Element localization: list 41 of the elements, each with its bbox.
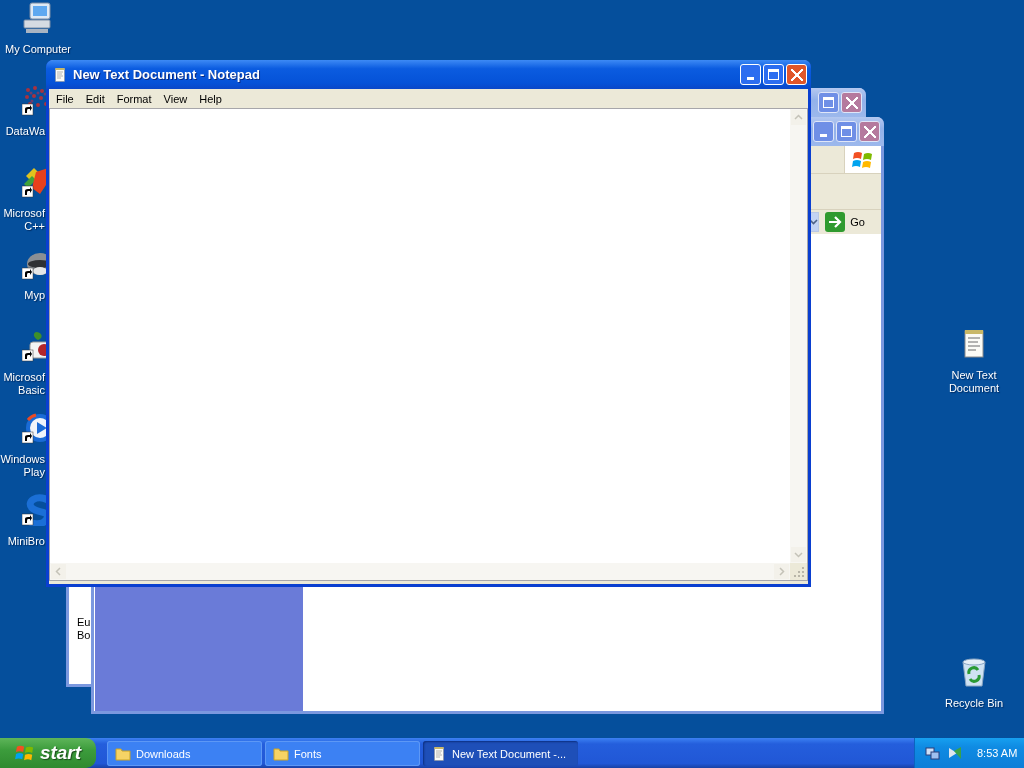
window-title: New Text Document - Notepad xyxy=(73,67,260,82)
windows-logo-icon xyxy=(14,744,35,762)
computer-icon[interactable] xyxy=(22,2,54,34)
icon-label[interactable]: Microsof C++ xyxy=(3,207,46,233)
start-button[interactable]: start xyxy=(0,738,96,768)
icon-label[interactable]: Recycle Bin xyxy=(944,697,1004,710)
clock: 8:53 AM xyxy=(977,747,1018,759)
folder-icon xyxy=(273,746,289,761)
menu-item[interactable]: View xyxy=(157,92,194,105)
icon-label[interactable]: Windows Play xyxy=(0,453,46,479)
icon-label[interactable]: New Text Document xyxy=(948,369,1000,395)
icon-label[interactable]: Microsof Basic xyxy=(3,371,46,397)
windows-logo-icon xyxy=(852,149,874,170)
notepad-icon xyxy=(431,745,447,762)
taskbar-button[interactable]: Fonts xyxy=(265,741,420,766)
icon-label[interactable]: Myp xyxy=(24,289,46,302)
dotted-tile-icon[interactable] xyxy=(22,84,46,116)
truncated-label: Eu Bo xyxy=(77,616,92,642)
swirl-icon[interactable] xyxy=(22,494,46,526)
icon-label[interactable]: DataWa xyxy=(5,125,46,138)
go-button[interactable]: Go xyxy=(823,211,879,233)
folder-icon xyxy=(115,746,131,761)
close-button[interactable] xyxy=(841,92,862,113)
notepad-icon xyxy=(52,66,68,83)
icon-label[interactable]: My Computer xyxy=(5,43,71,56)
chevron-icon xyxy=(808,219,818,225)
minimize-button[interactable] xyxy=(813,121,834,142)
tray-app-icon[interactable] xyxy=(947,745,963,761)
menu-item[interactable]: Help xyxy=(193,92,228,105)
menu-item[interactable]: Format xyxy=(110,92,158,105)
menu-item[interactable]: File xyxy=(50,92,80,105)
maximize-button[interactable] xyxy=(818,92,839,113)
network-icon[interactable] xyxy=(925,745,941,761)
menu-item[interactable]: Edit xyxy=(79,92,111,105)
close-button[interactable] xyxy=(859,121,880,142)
maximize-button[interactable] xyxy=(836,121,857,142)
taskbar-button[interactable]: New Text Document -... xyxy=(423,741,578,766)
size-grip-icon[interactable] xyxy=(793,566,805,578)
colorful-app-icon[interactable] xyxy=(22,166,46,198)
taskbar-button[interactable]: Downloads xyxy=(107,741,262,766)
icon-label[interactable]: MiniBro xyxy=(7,535,46,548)
